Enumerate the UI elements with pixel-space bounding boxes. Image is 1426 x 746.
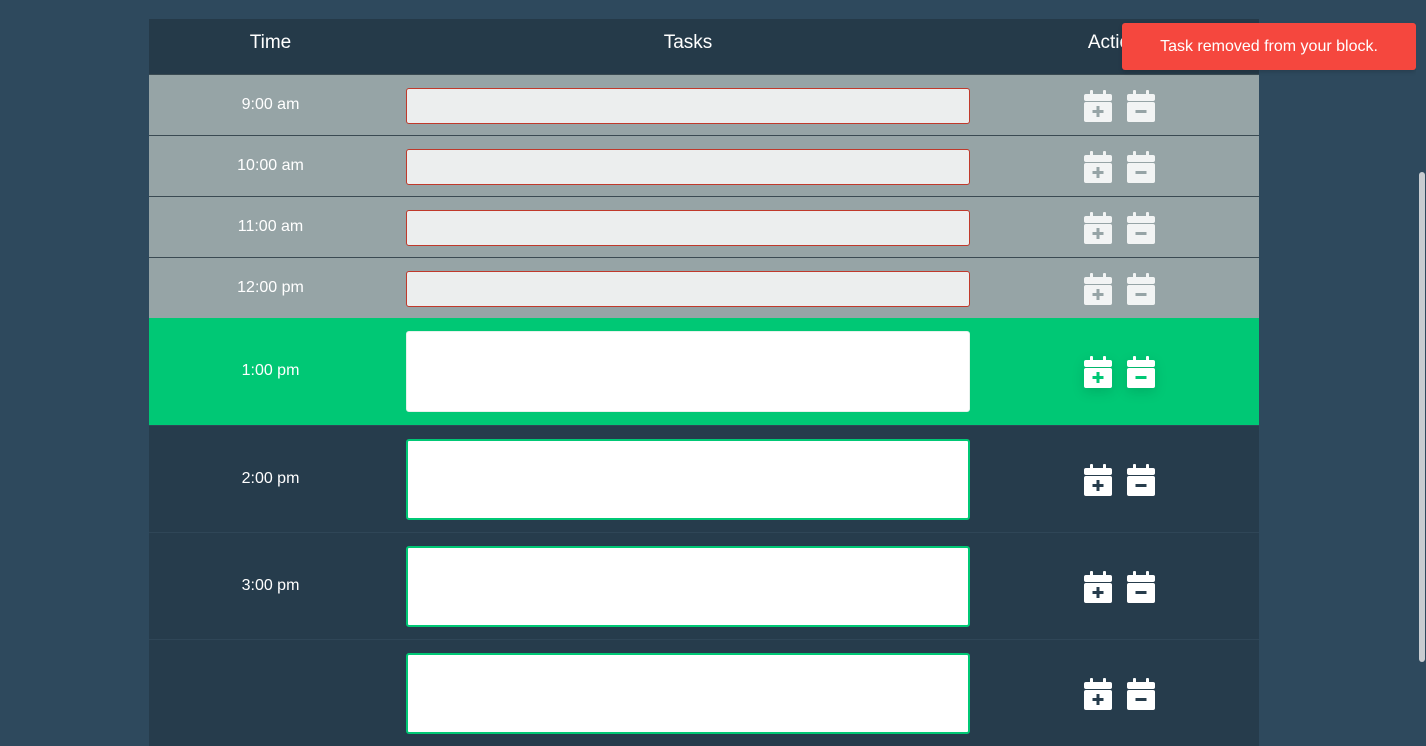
- calendar-minus-icon: [1127, 463, 1155, 496]
- remove-task-button[interactable]: [1124, 148, 1158, 186]
- calendar-plus-icon: [1084, 272, 1112, 305]
- calendar-plus-icon: [1084, 570, 1112, 603]
- calendar-minus-icon: [1127, 150, 1155, 183]
- task-input[interactable]: [406, 331, 970, 412]
- remove-task-button[interactable]: [1124, 353, 1158, 391]
- hour-label: 11:00 am: [237, 217, 304, 235]
- calendar-minus-icon: [1127, 570, 1155, 603]
- add-task-button[interactable]: [1081, 353, 1115, 391]
- hour-label: 9:00 am: [241, 95, 300, 113]
- time-block-row: 1:00 pm: [149, 318, 1259, 425]
- calendar-plus-icon: [1084, 677, 1112, 710]
- remove-task-button[interactable]: [1124, 675, 1158, 713]
- time-block-row: [149, 639, 1259, 746]
- scheduler-table: Time Tasks Actions 9:00 am 10:00 am 11:00 …: [149, 19, 1259, 746]
- remove-task-button[interactable]: [1124, 461, 1158, 499]
- tasks-column-header: Tasks: [663, 32, 713, 53]
- calendar-plus-icon: [1084, 150, 1112, 183]
- time-column-header: Time: [249, 32, 292, 53]
- calendar-minus-icon: [1127, 211, 1155, 244]
- calendar-plus-icon: [1084, 355, 1112, 388]
- scrollbar-thumb[interactable]: [1419, 172, 1425, 662]
- task-input[interactable]: [406, 439, 970, 520]
- add-task-button[interactable]: [1081, 461, 1115, 499]
- time-block-row: 3:00 pm: [149, 532, 1259, 639]
- calendar-plus-icon: [1084, 89, 1112, 122]
- calendar-minus-icon: [1127, 89, 1155, 122]
- time-block-row: 12:00 pm: [149, 257, 1259, 318]
- add-task-button[interactable]: [1081, 209, 1115, 247]
- task-input[interactable]: [406, 653, 970, 734]
- calendar-minus-icon: [1127, 272, 1155, 305]
- time-block-row: 9:00 am: [149, 74, 1259, 135]
- calendar-plus-icon: [1084, 211, 1112, 244]
- time-block-row: 2:00 pm: [149, 425, 1259, 532]
- calendar-minus-icon: [1127, 355, 1155, 388]
- hour-label: 2:00 pm: [241, 469, 300, 487]
- hour-label: 3:00 pm: [241, 576, 300, 594]
- time-block-row: 11:00 am: [149, 196, 1259, 257]
- task-input[interactable]: [406, 546, 970, 627]
- remove-task-button[interactable]: [1124, 270, 1158, 308]
- table-header: Time Tasks Actions: [149, 19, 1259, 74]
- hour-label: 10:00 am: [237, 156, 304, 174]
- hour-label: 12:00 pm: [237, 278, 304, 296]
- add-task-button[interactable]: [1081, 270, 1115, 308]
- remove-task-button[interactable]: [1124, 568, 1158, 606]
- task-input[interactable]: [406, 271, 970, 307]
- calendar-minus-icon: [1127, 677, 1155, 710]
- task-input[interactable]: [406, 88, 970, 124]
- task-input[interactable]: [406, 149, 970, 185]
- time-block-row: 10:00 am: [149, 135, 1259, 196]
- add-task-button[interactable]: [1081, 675, 1115, 713]
- remove-task-button[interactable]: [1124, 87, 1158, 125]
- add-task-button[interactable]: [1081, 568, 1115, 606]
- add-task-button[interactable]: [1081, 148, 1115, 186]
- add-task-button[interactable]: [1081, 87, 1115, 125]
- calendar-plus-icon: [1084, 463, 1112, 496]
- hour-label: 1:00 pm: [241, 361, 300, 379]
- task-input[interactable]: [406, 210, 970, 246]
- toast-notification: Task removed from your block.: [1122, 23, 1416, 70]
- remove-task-button[interactable]: [1124, 209, 1158, 247]
